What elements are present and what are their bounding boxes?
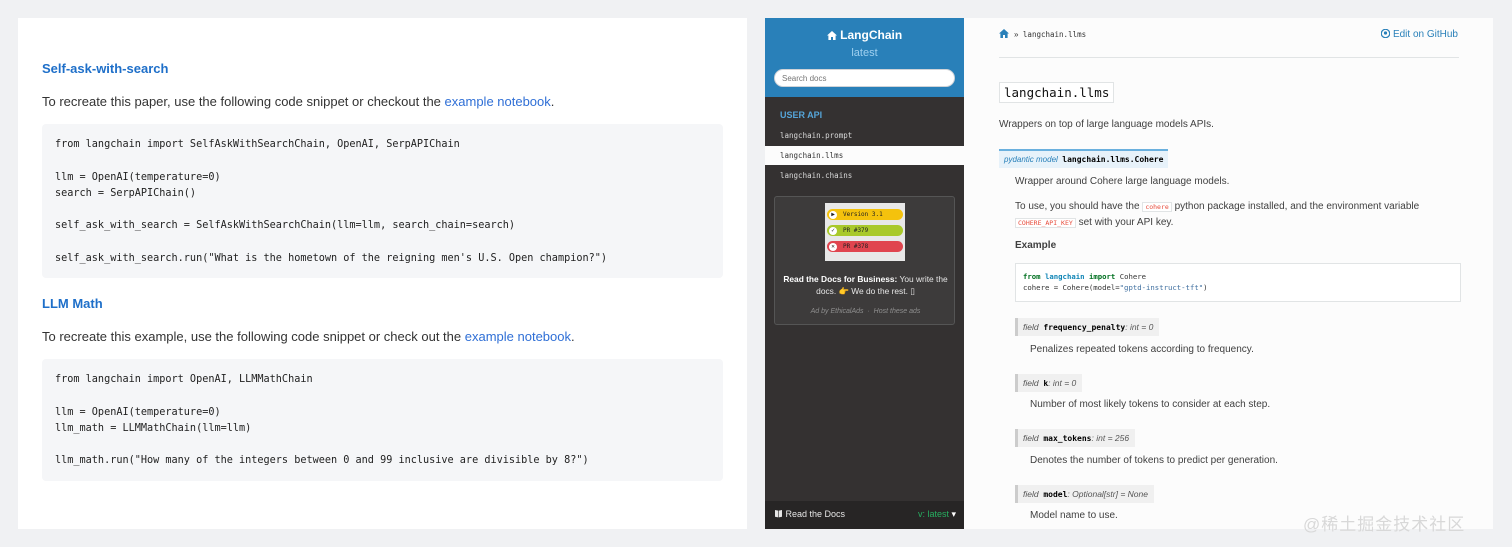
- version-selector[interactable]: v: latest ▾: [918, 509, 956, 520]
- watermark: @稀土掘金技术社区: [1303, 515, 1466, 534]
- field-description: Model name to use.: [1030, 510, 1118, 521]
- inline-code: COHERE_API_KEY: [1015, 218, 1076, 228]
- example-notebook-link[interactable]: example notebook: [445, 94, 551, 109]
- x-icon: ✕: [829, 242, 837, 251]
- read-the-docs-label: Read the Docs: [774, 509, 845, 519]
- nav-item-langchain-llms[interactable]: langchain.llms: [765, 146, 964, 165]
- example-code: from langchain import Cohere cohere = Co…: [1023, 272, 1208, 292]
- version-label: latest: [851, 47, 878, 59]
- class-signature: pydantic model langchain.llms.Cohere: [999, 149, 1169, 168]
- inline-code: cohere: [1142, 202, 1172, 212]
- field-signature: field max_tokens: int = 256: [1015, 429, 1136, 447]
- header-divider: [999, 57, 1459, 58]
- ad-image: ▶ Version 3.1 ✓ PR #379 ✕ PR #378: [825, 203, 905, 261]
- ad-by-link[interactable]: Ad by EthicalAds: [811, 308, 864, 315]
- ethical-ad[interactable]: ▶ Version 3.1 ✓ PR #379 ✕ PR #378 Read the …: [774, 196, 955, 325]
- play-icon: ▶: [829, 210, 837, 219]
- home-icon: [826, 28, 840, 42]
- read-the-docs-bar[interactable]: Read the Docs v: latest ▾: [765, 501, 964, 529]
- nav-item-langchain-chains[interactable]: langchain.chains: [765, 166, 964, 185]
- ad-badge: ✓ PR #379: [827, 225, 903, 236]
- nav-caption: USER API: [780, 110, 823, 120]
- home-icon[interactable]: [999, 29, 1012, 40]
- brand-link[interactable]: LangChain: [765, 28, 964, 42]
- ad-badge: ✕ PR #378: [827, 241, 903, 252]
- field-signature: field model: Optional[str] = None: [1015, 485, 1154, 503]
- docs-sidebar: LangChain latest USER API langchain.prom…: [765, 18, 964, 529]
- caret-down-icon: ▾: [951, 509, 956, 519]
- book-icon: [774, 509, 786, 519]
- example-notebook-link[interactable]: example notebook: [465, 329, 571, 344]
- section-heading-self-ask: Self-ask-with-search: [42, 61, 169, 76]
- field-description: Penalizes repeated tokens according to f…: [1030, 344, 1254, 355]
- docs-content-panel: Self-ask-with-search To recreate this pa…: [18, 18, 747, 529]
- host-ads-link[interactable]: Host these ads: [874, 308, 921, 315]
- code-block-llm-math: from langchain import OpenAI, LLMMathCha…: [42, 359, 723, 481]
- module-description: Wrappers on top of large language models…: [999, 119, 1214, 130]
- edit-on-github-link[interactable]: Edit on GitHub: [1380, 28, 1458, 40]
- usage-text: To use, you should have the cohere pytho…: [1015, 201, 1420, 228]
- breadcrumb-current: langchain.llms: [1022, 30, 1087, 39]
- ad-text: Read the Docs for Business: You write th…: [783, 274, 948, 296]
- field-description: Denotes the number of tokens to predict …: [1030, 455, 1278, 466]
- example-code-block: from langchain import Cohere cohere = Co…: [1015, 263, 1461, 302]
- code-text: from langchain import SelfAskWithSearchC…: [55, 139, 608, 265]
- class-description: Wrapper around Cohere large language mod…: [1015, 176, 1230, 187]
- ad-badge: ▶ Version 3.1: [827, 209, 903, 220]
- breadcrumb: » langchain.llms: [999, 29, 1086, 40]
- github-icon: [1380, 28, 1393, 40]
- section-intro-self-ask: To recreate this paper, use the followin…: [42, 94, 555, 109]
- search-docs-input[interactable]: [774, 69, 955, 87]
- check-icon: ✓: [829, 226, 837, 235]
- field-description: Number of most likely tokens to consider…: [1030, 399, 1271, 410]
- field-signature: field k: int = 0: [1015, 374, 1083, 392]
- code-text: from langchain import OpenAI, LLMMathCha…: [55, 374, 589, 467]
- example-heading: Example: [1015, 240, 1057, 251]
- nav-item-langchain-prompt[interactable]: langchain.prompt: [765, 126, 964, 145]
- api-doc-panel: » langchain.llms Edit on GitHub langchai…: [964, 18, 1493, 529]
- section-heading-llm-math: LLM Math: [42, 296, 103, 311]
- sidebar-header: LangChain latest: [765, 18, 964, 97]
- ad-footer: Ad by EthicalAds · Host these ads: [810, 308, 921, 315]
- section-intro-llm-math: To recreate this example, use the follow…: [42, 329, 575, 344]
- code-block-self-ask: from langchain import SelfAskWithSearchC…: [42, 124, 723, 278]
- page-title: langchain.llms: [999, 82, 1115, 103]
- field-signature: field frequency_penalty: int = 0: [1015, 318, 1160, 336]
